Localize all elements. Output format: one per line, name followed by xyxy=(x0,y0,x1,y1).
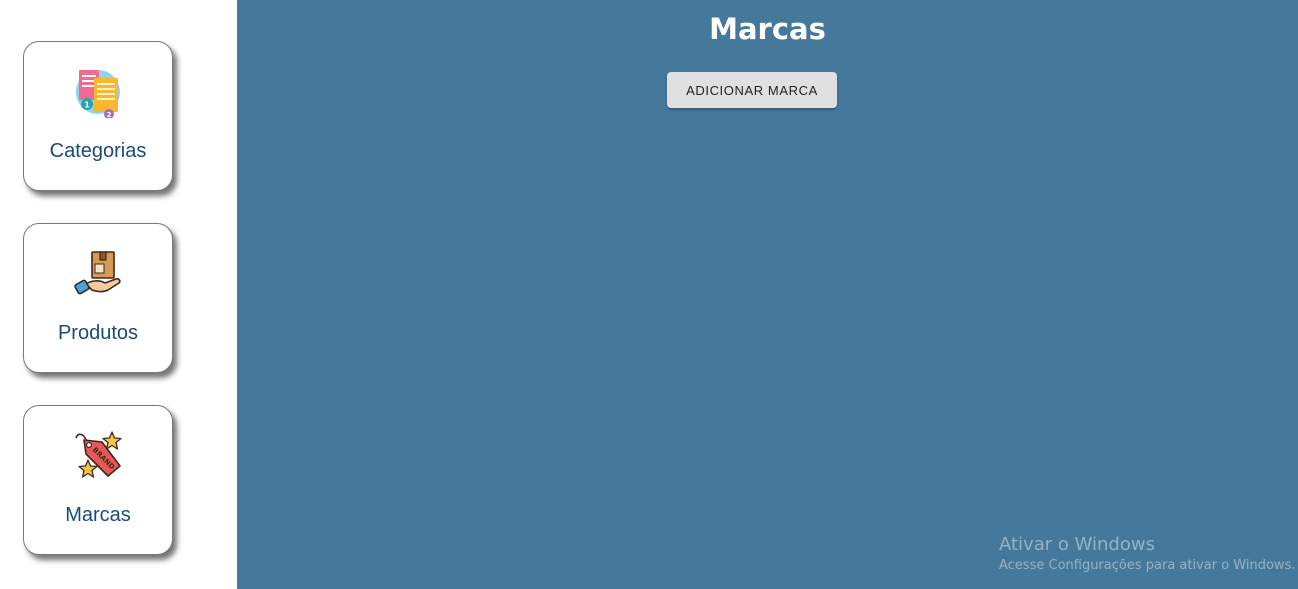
svg-text:2: 2 xyxy=(107,111,112,118)
sidebar-item-categorias[interactable]: 1 2 Categorias xyxy=(23,41,173,191)
sidebar-item-produtos[interactable]: Produtos xyxy=(23,223,173,373)
main-content: Marcas ADICIONAR MARCA Ativar o Windows … xyxy=(237,0,1298,589)
sidebar-item-label: Produtos xyxy=(57,322,139,344)
sidebar-item-label: Categorias xyxy=(49,140,147,162)
sidebar-item-label: Marcas xyxy=(65,504,131,526)
product-box-hand-icon xyxy=(72,248,124,300)
windows-activation-watermark: Ativar o Windows Acesse Configurações pa… xyxy=(999,533,1295,575)
categories-icon: 1 2 xyxy=(72,66,124,118)
page-title: Marcas xyxy=(709,12,826,46)
sidebar: 1 2 Categorias Produtos BRAND Marcas xyxy=(0,0,237,589)
watermark-subtitle: Acesse Configurações para ativar o Windo… xyxy=(999,558,1296,573)
brand-tag-icon: BRAND xyxy=(72,430,124,482)
sidebar-item-marcas[interactable]: BRAND Marcas xyxy=(23,405,173,555)
add-brand-button[interactable]: ADICIONAR MARCA xyxy=(667,72,837,108)
watermark-title: Ativar o Windows xyxy=(999,534,1155,555)
svg-text:1: 1 xyxy=(84,101,90,110)
app-window: 1 2 Categorias Produtos BRAND Marcas Mar… xyxy=(0,0,1298,589)
